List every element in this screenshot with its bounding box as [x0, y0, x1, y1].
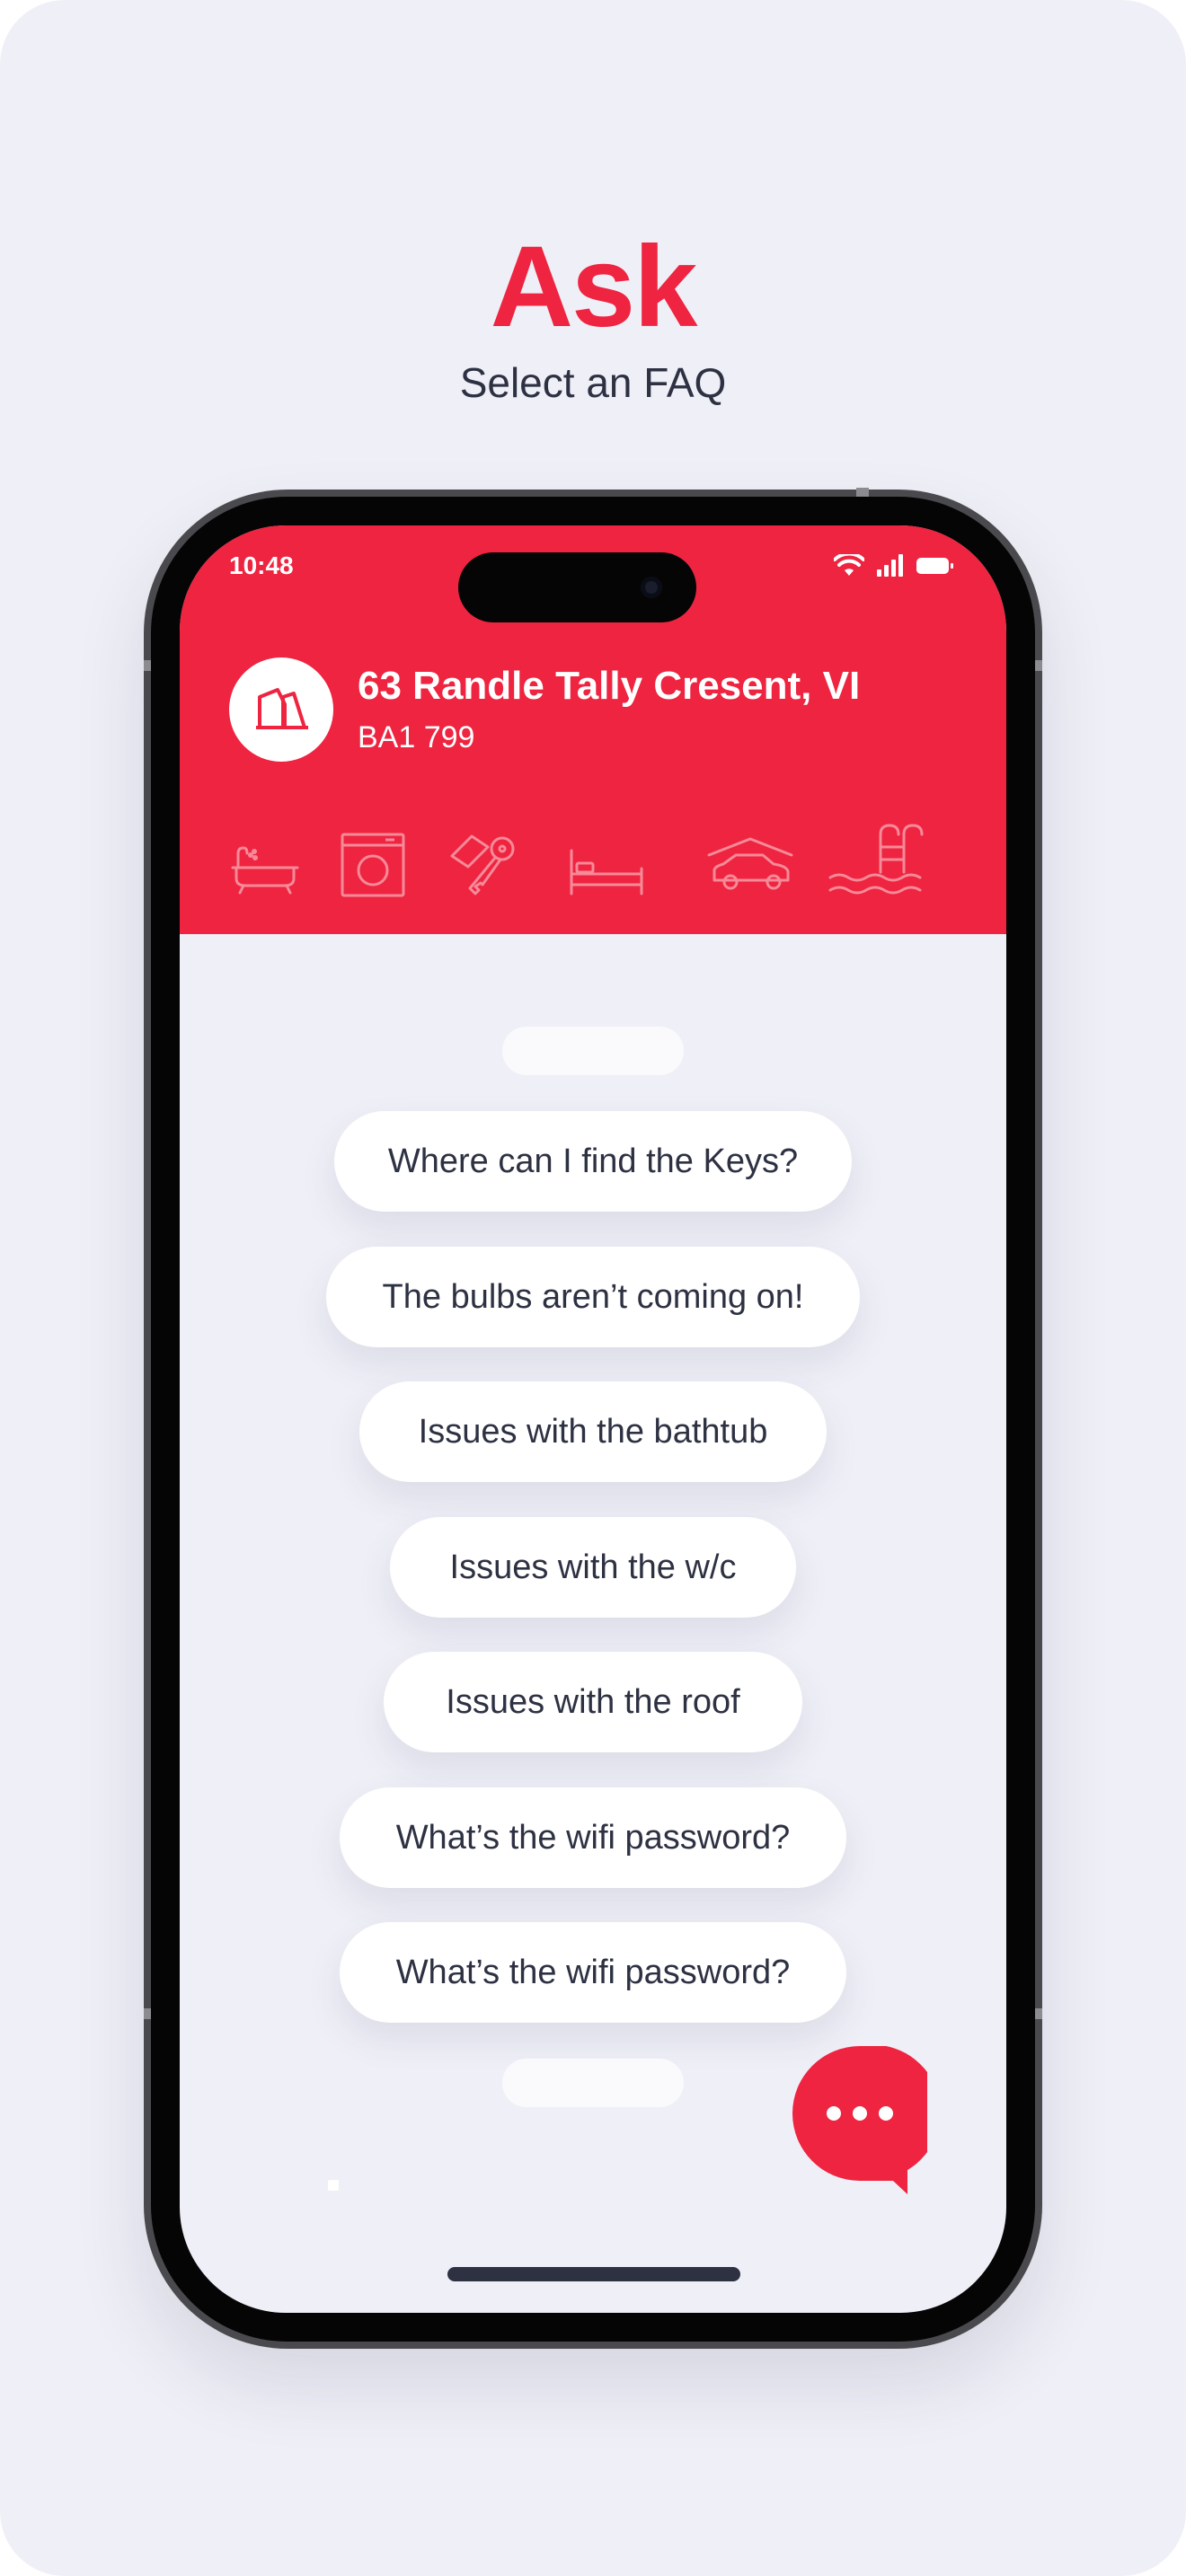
- property-address: 63 Randle Tally Cresent, VI: [358, 664, 861, 708]
- phone-screen: 10:48 63 Randle Tally Cresent, VI BA1 79…: [180, 525, 1006, 2313]
- home-indicator[interactable]: [447, 2267, 740, 2281]
- property-postcode: BA1 799: [358, 720, 475, 754]
- camera-icon: [641, 577, 662, 598]
- faq-item[interactable]: Where can I find the Keys?: [334, 1111, 852, 1212]
- property-logo: [229, 657, 333, 762]
- battery-icon: [916, 558, 953, 574]
- status-time: 10:48: [229, 551, 294, 579]
- bed-icon[interactable]: [568, 847, 645, 897]
- property-header: 10:48 63 Randle Tally Cresent, VI BA1 79…: [180, 525, 1006, 934]
- faq-item[interactable]: What’s the wifi password?: [340, 1922, 846, 2023]
- car-garage-icon[interactable]: [705, 835, 795, 895]
- faq-item[interactable]: Issues with the w/c: [390, 1517, 796, 1618]
- page-title: Ask: [490, 223, 698, 351]
- washing-machine-icon[interactable]: [339, 831, 407, 899]
- faq-list-fade-bottom: [502, 2059, 684, 2107]
- keys-icon[interactable]: [445, 829, 522, 901]
- faq-list-fade-top: [502, 1027, 684, 1075]
- pool-ladder-icon[interactable]: [827, 822, 925, 903]
- decorative-speck: [328, 2180, 339, 2191]
- faq-item[interactable]: Issues with the bathtub: [359, 1381, 827, 1482]
- dynamic-island: [458, 552, 696, 622]
- faq-item[interactable]: What’s the wifi password?: [340, 1787, 846, 1888]
- status-icons: [834, 552, 954, 579]
- cellular-signal-icon: [877, 554, 903, 577]
- page-subtitle: Select an FAQ: [459, 359, 727, 406]
- faq-item[interactable]: The bulbs aren’t coming on!: [326, 1247, 860, 1347]
- faq-item[interactable]: Issues with the roof: [384, 1652, 802, 1752]
- house-logo-icon: [256, 688, 308, 729]
- bathtub-icon[interactable]: [229, 842, 301, 896]
- wifi-icon: [834, 554, 864, 576]
- chat-bubble-icon[interactable]: [792, 2046, 927, 2194]
